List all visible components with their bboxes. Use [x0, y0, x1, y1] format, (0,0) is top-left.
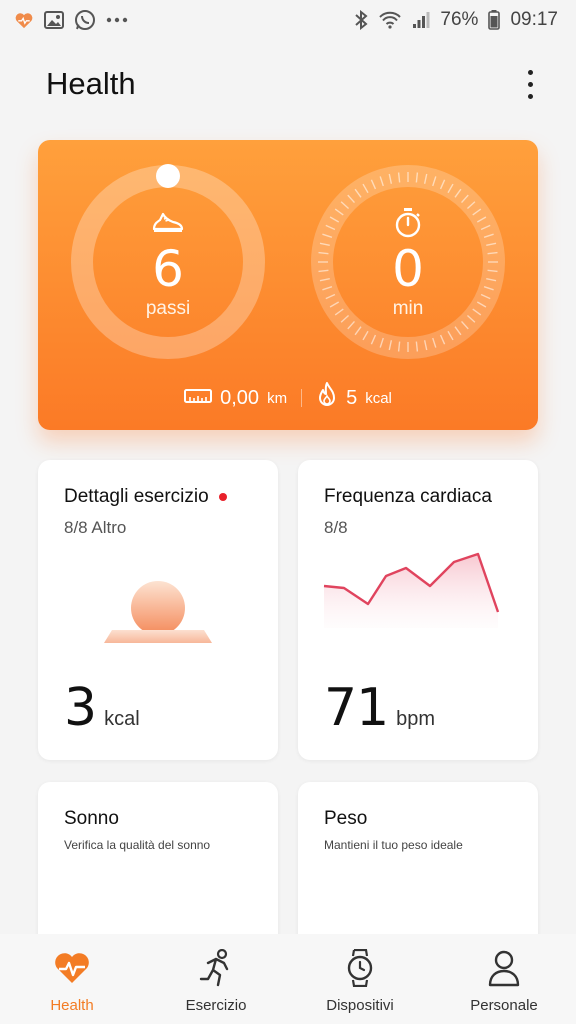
exercise-title: Dettagli esercizio	[64, 486, 209, 507]
ruler-icon	[184, 387, 213, 410]
wifi-icon	[378, 11, 402, 29]
more-dots-icon	[106, 17, 128, 23]
distance-summary: 0,00 km	[184, 387, 287, 410]
more-options-button[interactable]	[516, 62, 544, 106]
whatsapp-icon	[74, 9, 96, 31]
nav-label-devices: Dispositivi	[326, 997, 394, 1014]
steps-value: 6	[152, 240, 184, 298]
heart-pulse-icon	[53, 948, 91, 988]
app-header: Health	[0, 48, 576, 120]
nav-label-exercise: Esercizio	[185, 997, 247, 1014]
heart-rate-title: Frequenza cardiaca	[324, 486, 492, 507]
gallery-icon	[44, 11, 64, 29]
steps-unit: passi	[145, 298, 191, 319]
activity-totals: 0,00 km 5 kcal	[38, 380, 538, 416]
exercise-details-card[interactable]: Dettagli esercizio 8/8 Altro 3 kcal	[38, 460, 278, 760]
heart-rate-value-row: 71 bpm	[324, 682, 435, 734]
status-bar: 76% 09:17	[0, 0, 576, 40]
steps-ring[interactable]: 6 passi	[70, 164, 266, 360]
flame-icon	[316, 382, 338, 414]
distance-unit: km	[267, 389, 288, 407]
heart-rate-card[interactable]: Frequenza cardiaca 8/8 71 bpm	[298, 460, 538, 760]
nav-item-health[interactable]: Health	[0, 934, 144, 1024]
nav-item-exercise[interactable]: Esercizio	[144, 934, 288, 1024]
active-time-value: 0	[392, 240, 424, 298]
sleep-title: Sonno	[64, 808, 119, 829]
heart-rate-unit: bpm	[396, 708, 436, 730]
sleep-subtitle: Verifica la qualità del sonno	[64, 838, 211, 852]
distance-value: 0,00	[220, 386, 260, 409]
page-title: Health	[46, 66, 136, 101]
exercise-calories-value: 3	[64, 678, 97, 738]
status-right-icons: 76% 09:17	[354, 9, 558, 31]
watch-icon	[346, 948, 374, 988]
activity-summary-card[interactable]: 6 passi 0 min 0,00 km 5 kcal	[38, 140, 538, 430]
nav-label-health: Health	[50, 997, 94, 1014]
bluetooth-icon	[354, 10, 368, 30]
nav-item-devices[interactable]: Dispositivi	[288, 934, 432, 1024]
calories-unit: kcal	[365, 389, 392, 407]
calories-summary: 5 kcal	[316, 382, 392, 414]
heart-rate-value: 71	[324, 678, 389, 738]
exercise-title-row: Dettagli esercizio	[64, 486, 227, 508]
shoe-icon	[151, 208, 185, 238]
nav-item-personal[interactable]: Personale	[432, 934, 576, 1024]
stopwatch-icon	[394, 208, 422, 238]
battery-icon	[488, 10, 501, 30]
exercise-subtitle: 8/8 Altro	[64, 518, 127, 537]
clock: 09:17	[510, 9, 558, 30]
active-time-unit: min	[392, 298, 424, 319]
heart-rate-sparkline	[323, 552, 500, 628]
bottom-navigation: Health Esercizio Dispositivi Personale	[0, 934, 576, 1024]
heart-rate-subtitle: 8/8	[324, 518, 348, 537]
heart-icon	[14, 11, 34, 29]
exercise-value-row: 3 kcal	[64, 682, 140, 734]
signal-icon	[412, 11, 430, 29]
calories-value: 5	[346, 386, 358, 409]
exercise-illustration	[104, 581, 212, 643]
exercise-calories-unit: kcal	[104, 708, 140, 730]
heart-rate-title-row: Frequenza cardiaca	[324, 486, 492, 508]
weight-subtitle: Mantieni il tuo peso ideale	[324, 838, 463, 852]
notification-dot	[218, 493, 227, 501]
more-vert-icon	[527, 69, 533, 75]
person-icon	[487, 948, 521, 988]
status-left-icons	[14, 9, 128, 31]
running-icon	[198, 948, 234, 988]
weight-title: Peso	[324, 808, 368, 829]
battery-percent: 76%	[440, 9, 479, 30]
nav-label-personal: Personale	[470, 997, 538, 1014]
summary-divider	[301, 389, 303, 407]
active-time-ring[interactable]: 0 min	[310, 164, 506, 360]
